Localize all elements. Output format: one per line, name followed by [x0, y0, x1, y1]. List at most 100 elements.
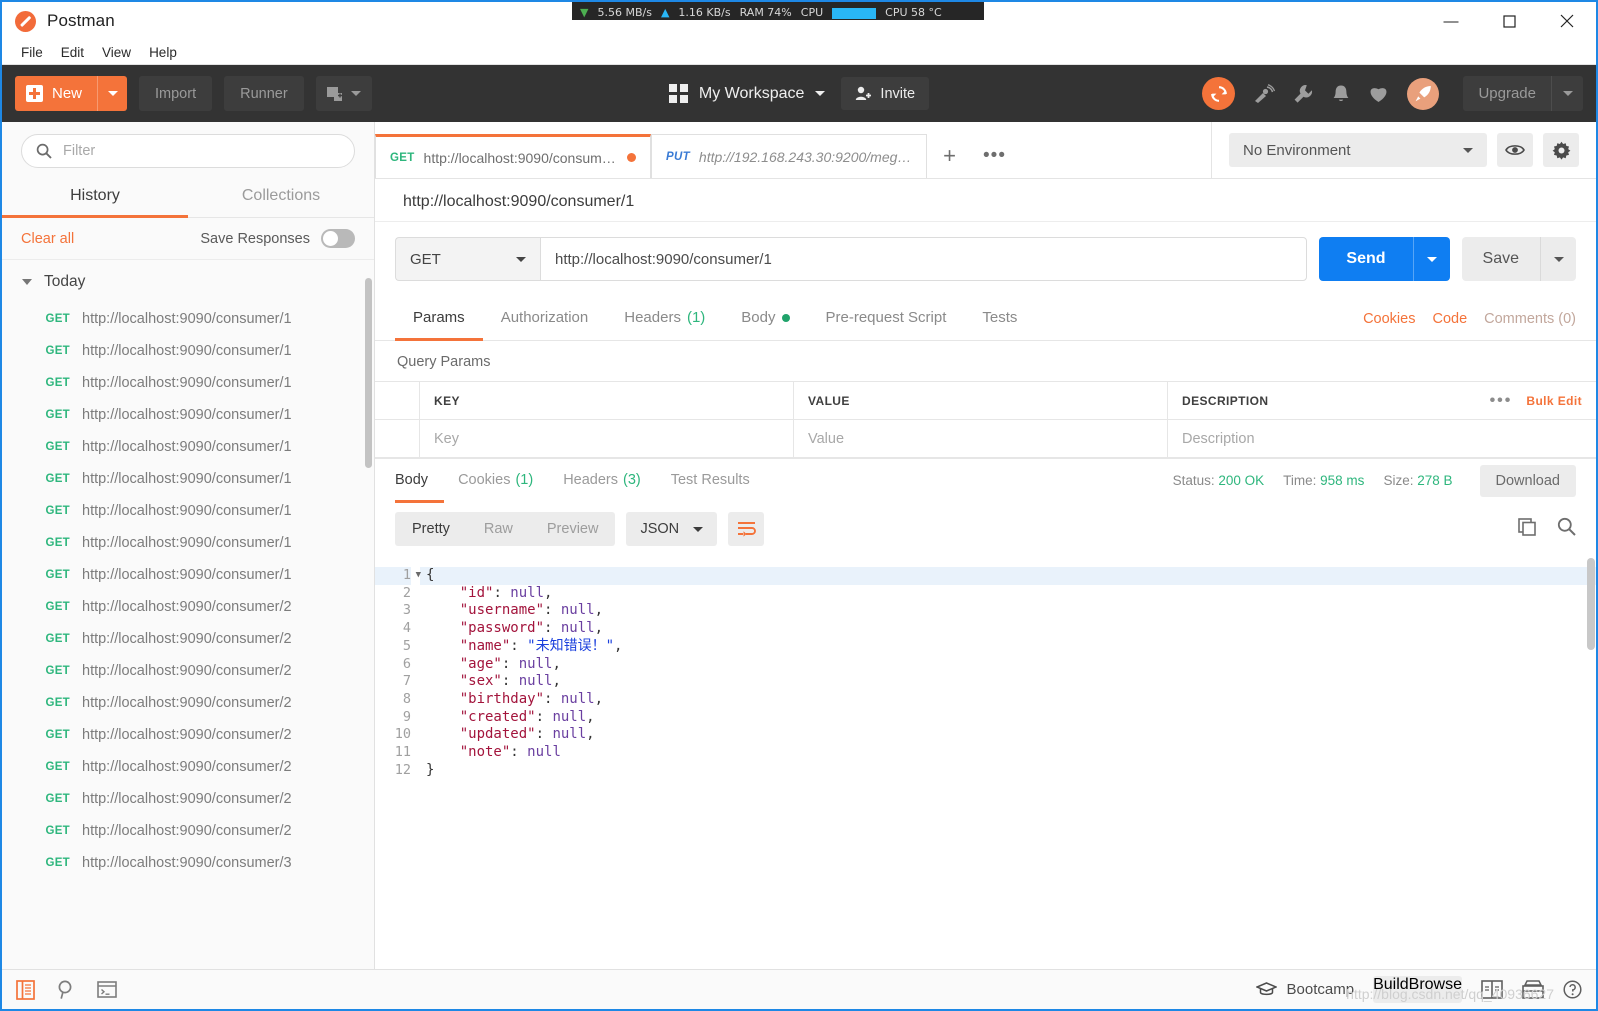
help-button[interactable]: [1563, 980, 1582, 999]
environment-selector[interactable]: No Environment: [1229, 133, 1487, 167]
view-mode-pretty[interactable]: Pretty: [395, 512, 467, 546]
view-mode-preview[interactable]: Preview: [530, 512, 616, 546]
code-link[interactable]: Code: [1432, 311, 1467, 327]
list-item[interactable]: GET http://localhost:9090/consumer/3: [2, 847, 374, 879]
sync-button[interactable]: [1202, 77, 1236, 110]
menu-help[interactable]: Help: [140, 43, 186, 62]
maximize-button[interactable]: [1480, 2, 1538, 40]
import-button[interactable]: Import: [139, 76, 213, 111]
response-tab-test-results[interactable]: Test Results: [671, 459, 766, 503]
list-item[interactable]: GET http://localhost:9090/consumer/2: [2, 783, 374, 815]
history-group-today[interactable]: Today: [2, 260, 374, 303]
send-button[interactable]: Send: [1319, 237, 1450, 281]
list-item[interactable]: GET http://localhost:9090/consumer/2: [2, 623, 374, 655]
copy-response-button[interactable]: [1518, 517, 1537, 541]
view-mode-raw[interactable]: Raw: [467, 512, 530, 546]
list-item[interactable]: GET http://localhost:9090/consumer/1: [2, 367, 374, 399]
notifications-button[interactable]: [1332, 84, 1350, 104]
interceptor-button[interactable]: [1253, 83, 1276, 104]
find-button[interactable]: [57, 980, 75, 1000]
code-content[interactable]: { "id": null, "username": null, "passwor…: [420, 558, 1596, 969]
save-button[interactable]: Save: [1461, 237, 1576, 281]
favorites-button[interactable]: [1368, 84, 1389, 103]
list-item[interactable]: GET http://localhost:9090/consumer/1: [2, 399, 374, 431]
save-caret[interactable]: [1540, 237, 1576, 281]
list-item[interactable]: GET http://localhost:9090/consumer/1: [2, 463, 374, 495]
invite-button[interactable]: Invite: [841, 77, 930, 110]
word-wrap-button[interactable]: [728, 512, 765, 546]
sidebar-scrollbar[interactable]: [365, 278, 372, 468]
code-editor[interactable]: 1 ▼ 2 3 4 5 6 7 8 9 10 11 12 { "id": null, "username…: [375, 558, 1596, 969]
list-item[interactable]: GET http://localhost:9090/consumer/2: [2, 687, 374, 719]
search-response-button[interactable]: [1557, 517, 1576, 541]
settings-wrench-button[interactable]: [1293, 84, 1314, 104]
response-tab-body[interactable]: Body: [395, 459, 445, 503]
response-body-viewer[interactable]: 1 ▼ 2 3 4 5 6 7 8 9 10 11 12 { "id": null, "username…: [375, 558, 1596, 969]
tabs-more-button[interactable]: •••: [972, 134, 1017, 178]
list-item[interactable]: GET http://localhost:9090/consumer/2: [2, 719, 374, 751]
response-format-selector[interactable]: JSON: [626, 512, 718, 546]
tab-collections[interactable]: Collections: [188, 176, 374, 218]
response-scrollbar[interactable]: [1587, 558, 1595, 650]
bulk-edit-button[interactable]: Bulk Edit: [1526, 394, 1582, 408]
tab-history[interactable]: History: [2, 176, 188, 218]
request-tab-1[interactable]: GET http://localhost:9090/consumer/: [375, 134, 651, 178]
list-item[interactable]: GET http://localhost:9090/consumer/2: [2, 751, 374, 783]
new-dropdown-caret[interactable]: [97, 76, 127, 111]
row-key-input[interactable]: Key: [420, 420, 794, 457]
tab-headers[interactable]: Headers (1): [606, 297, 723, 341]
two-pane-layout-button[interactable]: [1481, 980, 1503, 999]
minimize-button[interactable]: —: [1422, 2, 1480, 40]
cookies-link[interactable]: Cookies: [1363, 311, 1415, 327]
tab-authorization[interactable]: Authorization: [483, 297, 607, 341]
browse-tab[interactable]: Browse: [1409, 976, 1462, 1003]
new-button[interactable]: New: [15, 76, 128, 111]
menu-edit[interactable]: Edit: [52, 43, 93, 62]
menu-view[interactable]: View: [93, 43, 140, 62]
launch-button[interactable]: [1407, 77, 1440, 110]
list-item[interactable]: GET http://localhost:9090/consumer/1: [2, 431, 374, 463]
query-params-more-button[interactable]: •••: [1490, 392, 1513, 410]
runner-button[interactable]: Runner: [224, 76, 304, 111]
tab-body[interactable]: Body: [723, 297, 807, 341]
table-row[interactable]: Key Value Description: [375, 420, 1596, 458]
single-pane-layout-button[interactable]: [1522, 980, 1544, 999]
list-item[interactable]: GET http://localhost:9090/consumer/2: [2, 655, 374, 687]
list-item[interactable]: GET http://localhost:9090/consumer/1: [2, 495, 374, 527]
menu-file[interactable]: File: [12, 43, 52, 62]
list-item[interactable]: GET http://localhost:9090/consumer/1: [2, 303, 374, 335]
clear-all-button[interactable]: Clear all: [21, 231, 74, 247]
download-button[interactable]: Download: [1479, 464, 1576, 497]
build-tab[interactable]: Build: [1373, 976, 1409, 1003]
console-button[interactable]: [97, 981, 117, 998]
response-tab-cookies[interactable]: Cookies (1): [458, 459, 549, 503]
workspace-selector[interactable]: My Workspace: [668, 84, 826, 103]
list-item[interactable]: GET http://localhost:9090/consumer/2: [2, 591, 374, 623]
new-tab-button[interactable]: +: [927, 134, 972, 178]
save-responses-toggle[interactable]: [321, 229, 355, 248]
tab-tests[interactable]: Tests: [964, 297, 1035, 341]
close-button[interactable]: [1538, 2, 1596, 40]
list-item[interactable]: GET http://localhost:9090/consumer/1: [2, 527, 374, 559]
sidebar-toggle-button[interactable]: [16, 979, 35, 1000]
row-value-input[interactable]: Value: [794, 420, 1168, 457]
comments-link[interactable]: Comments (0): [1484, 311, 1576, 327]
tab-params[interactable]: Params: [395, 297, 483, 341]
search-input[interactable]: [63, 143, 340, 159]
list-item[interactable]: GET http://localhost:9090/consumer/1: [2, 335, 374, 367]
response-tab-headers[interactable]: Headers (3): [563, 459, 657, 503]
environment-settings-button[interactable]: [1543, 133, 1579, 167]
upgrade-caret[interactable]: [1551, 76, 1583, 111]
upgrade-button[interactable]: Upgrade: [1463, 76, 1583, 111]
filter-box[interactable]: [21, 134, 355, 168]
request-tab-2[interactable]: PUT http://192.168.243.30:9200/megaco: [651, 134, 927, 178]
environment-quick-look-button[interactable]: [1497, 133, 1533, 167]
fold-toggle-icon[interactable]: ▼: [416, 567, 421, 585]
row-checkbox-cell[interactable]: [375, 420, 420, 457]
list-item[interactable]: GET http://localhost:9090/consumer/2: [2, 815, 374, 847]
list-item[interactable]: GET http://localhost:9090/consumer/1: [2, 559, 374, 591]
row-description-input[interactable]: Description: [1168, 420, 1596, 457]
new-collection-button[interactable]: [315, 76, 372, 111]
history-list[interactable]: Today GET http://localhost:9090/consumer/…: [2, 260, 374, 969]
method-selector[interactable]: GET: [395, 237, 540, 281]
